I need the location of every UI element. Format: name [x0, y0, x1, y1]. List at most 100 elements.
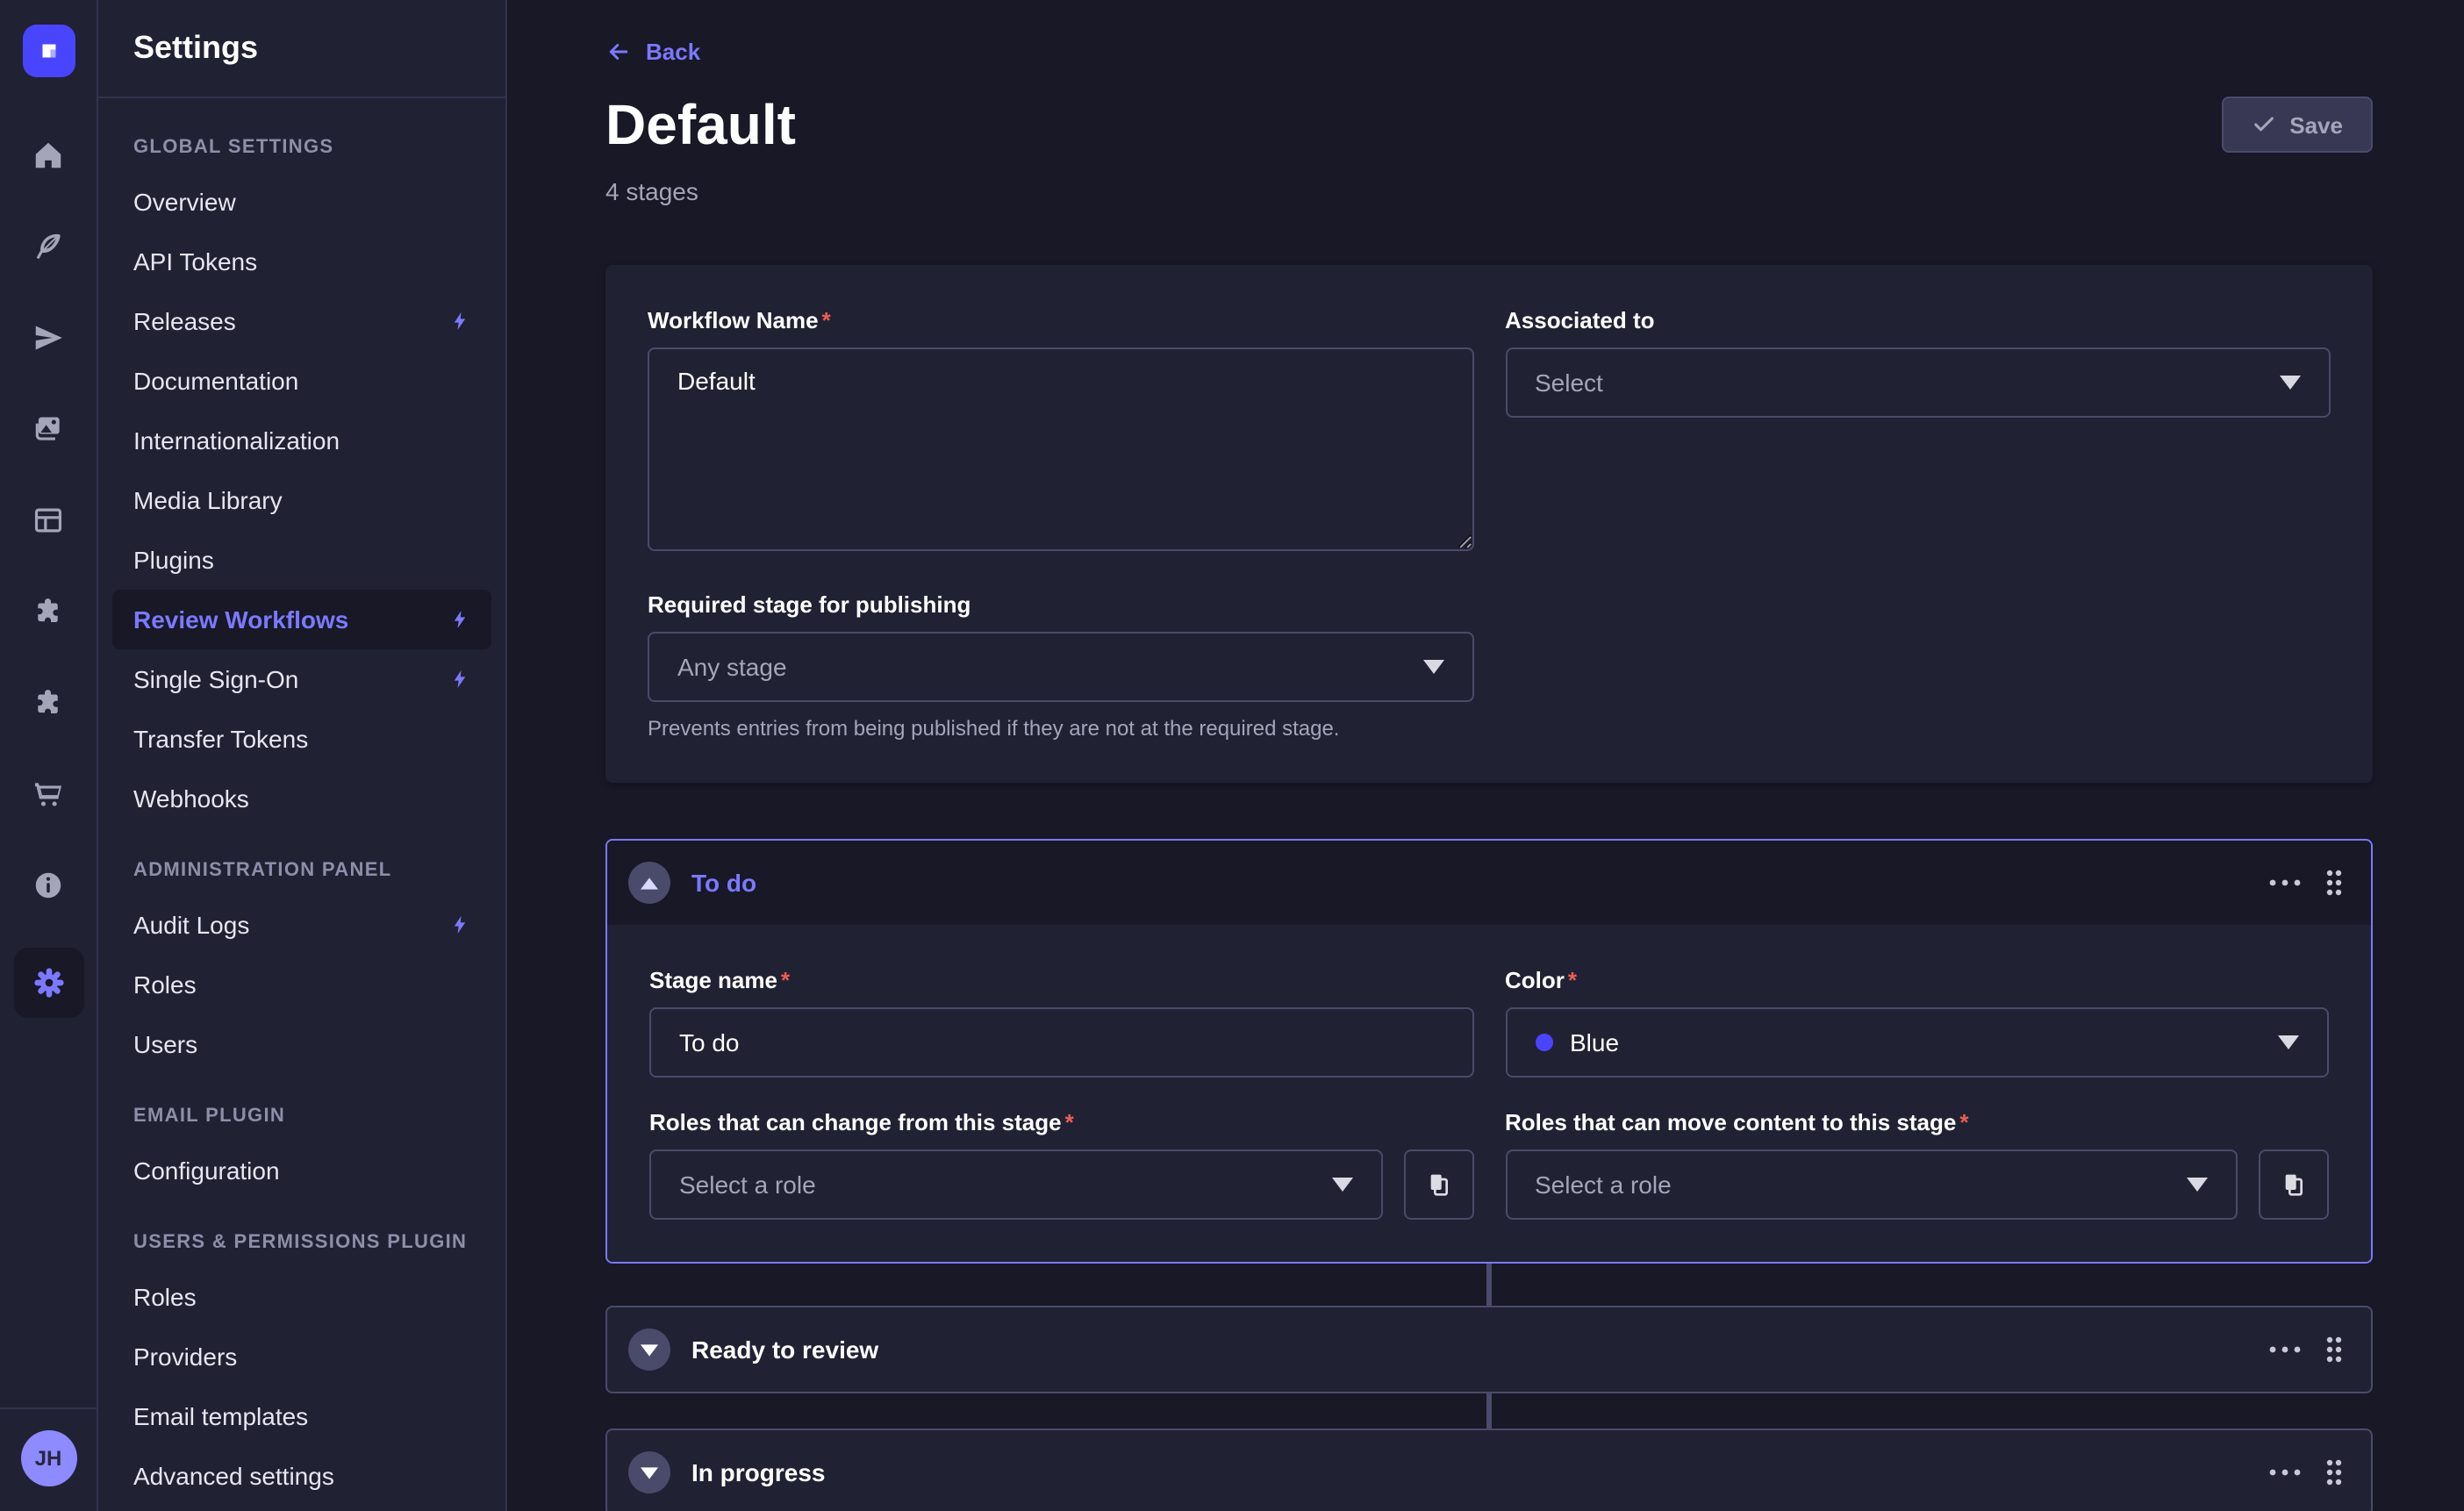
nav-rail: JH [0, 0, 98, 1511]
sidebar-title: Settings [133, 30, 258, 67]
stage-count: 4 stages [605, 177, 2373, 205]
strapi-logo-glyph [32, 35, 64, 67]
content-builder-button[interactable] [20, 218, 76, 274]
associated-to-select[interactable]: Select [1505, 347, 2331, 418]
stage-title: In progress [691, 1458, 2269, 1486]
associated-to-field: Associated to Select [1505, 307, 2331, 560]
sidebar-item-transfer-tokens[interactable]: Transfer Tokens [112, 709, 491, 769]
required-asterisk: * [781, 967, 790, 993]
sidebar-item-api-tokens[interactable]: API Tokens [112, 232, 491, 291]
required-stage-hint: Prevents entries from being published if… [648, 716, 1473, 741]
sidebar-item-audit-logs[interactable]: Audit Logs [112, 895, 491, 955]
stage-drag-handle[interactable] [2325, 1336, 2343, 1364]
marketplace-rail-button[interactable] [20, 674, 76, 730]
main-content: Back Default Save 4 stages Workflow Name… [507, 0, 2464, 1511]
back-link[interactable]: Back [605, 39, 700, 65]
workflow-form-panel: Workflow Name* Default Associated to Sel… [605, 265, 2373, 783]
workflow-name-input[interactable]: Default [648, 347, 1473, 551]
sidebar-section-admin: Administration panel Audit Logs Roles Us… [112, 846, 491, 1074]
stage-drag-handle[interactable] [2325, 1458, 2343, 1486]
puzzle-icon [32, 685, 65, 719]
stage-more-button[interactable] [2269, 1346, 2301, 1353]
home-icon-button[interactable] [20, 126, 76, 183]
stage-name-input[interactable]: To do [649, 1007, 1473, 1078]
drag-handle-icon [2325, 869, 2343, 897]
title-row: Default Save [605, 90, 2373, 160]
rail-nav [13, 126, 83, 1018]
stage-name-label: Stage name* [649, 967, 1473, 993]
sidebar-section-users-permissions: Users & Permissions plugin Roles Provide… [112, 1218, 491, 1506]
required-stage-field: Required stage for publishing Any stage … [648, 591, 1473, 741]
sidebar-item-media-library[interactable]: Media Library [112, 470, 491, 530]
roles-from-select[interactable]: Select a role [649, 1149, 1382, 1220]
settings-rail-button[interactable] [13, 948, 83, 1018]
gear-icon [31, 965, 66, 1000]
stage-drag-handle[interactable] [2325, 869, 2343, 897]
sidebar-item-single-sign-on[interactable]: Single Sign-On [112, 649, 491, 709]
blue-color-dot [1535, 1034, 1552, 1051]
roles-to-select[interactable]: Select a role [1505, 1149, 2238, 1220]
section-heading: Users & Permissions plugin [112, 1218, 491, 1267]
stage-card-ready-to-review: Ready to review [605, 1306, 2373, 1393]
sidebar-item-users[interactable]: Users [112, 1014, 491, 1074]
sidebar-item-overview[interactable]: Overview [112, 172, 491, 232]
expand-stage-button[interactable] [628, 1451, 670, 1493]
sidebar-item-advanced-settings[interactable]: Advanced settings [112, 1446, 491, 1506]
required-asterisk: * [1065, 1109, 1074, 1135]
sidebar-item-roles-up[interactable]: Roles [112, 1267, 491, 1327]
roles-to-copy-button[interactable] [2259, 1149, 2329, 1220]
purchase-rail-button[interactable] [20, 765, 76, 821]
chevron-down-icon [2187, 1178, 2208, 1192]
sidebar-item-email-templates[interactable]: Email templates [112, 1386, 491, 1446]
section-heading: Administration panel [112, 846, 491, 895]
stage-title: To do [691, 869, 2269, 897]
more-horizontal-icon [2269, 879, 2301, 886]
lightning-icon [449, 914, 470, 935]
lightning-icon [449, 609, 470, 630]
stage-card-in-progress: In progress [605, 1429, 2373, 1511]
strapi-logo[interactable] [22, 25, 75, 77]
back-link-label: Back [646, 39, 700, 65]
images-icon [32, 412, 65, 445]
paper-plane-icon [32, 320, 65, 354]
save-button[interactable]: Save [2221, 97, 2373, 153]
stage-more-button[interactable] [2269, 879, 2301, 886]
sidebar-item-providers[interactable]: Providers [112, 1327, 491, 1386]
required-stage-select[interactable]: Any stage [648, 632, 1473, 702]
plugins-rail-button[interactable] [20, 583, 76, 639]
stage-color-value: Blue [1535, 1028, 2278, 1056]
layout-rail-button[interactable] [20, 491, 76, 548]
puzzle-icon [32, 594, 65, 627]
sidebar-item-roles-admin[interactable]: Roles [112, 955, 491, 1014]
avatar[interactable]: JH [20, 1430, 76, 1486]
required-stage-value: Any stage [677, 653, 1422, 681]
sidebar-item-releases[interactable]: Releases [112, 291, 491, 351]
sidebar-item-plugins[interactable]: Plugins [112, 530, 491, 590]
expand-stage-button[interactable] [628, 1328, 670, 1371]
stage-connector [1486, 1393, 1492, 1429]
chevron-down-icon [2278, 1035, 2299, 1049]
section-heading: Global settings [112, 123, 491, 172]
roles-from-copy-button[interactable] [1403, 1149, 1473, 1220]
sidebar-item-configuration[interactable]: Configuration [112, 1141, 491, 1200]
more-horizontal-icon [2269, 1346, 2301, 1353]
layout-icon [32, 503, 65, 536]
stage-header: Ready to review [607, 1307, 2371, 1392]
stage-more-button[interactable] [2269, 1469, 2301, 1476]
collapse-stage-button[interactable] [628, 862, 670, 904]
roles-from-label: Roles that can change from this stage* [649, 1109, 1473, 1135]
info-rail-button[interactable] [20, 856, 76, 913]
settings-sidebar: Settings Global settings Overview API To… [98, 0, 507, 1511]
releases-rail-button[interactable] [20, 309, 76, 365]
stage-color-field: Color* Blue [1505, 967, 2329, 1078]
section-heading: Email plugin [112, 1092, 491, 1141]
media-library-rail-button[interactable] [20, 400, 76, 456]
sidebar-item-documentation[interactable]: Documentation [112, 351, 491, 411]
roles-to-placeholder: Select a role [1535, 1171, 2187, 1199]
sidebar-item-internationalization[interactable]: Internationalization [112, 411, 491, 470]
arrow-left-icon [605, 39, 632, 65]
sidebar-item-webhooks[interactable]: Webhooks [112, 769, 491, 828]
sidebar-item-review-workflows[interactable]: Review Workflows [112, 590, 491, 649]
sidebar-section-global: Global settings Overview API Tokens Rele… [112, 123, 491, 828]
stage-color-select[interactable]: Blue [1505, 1007, 2329, 1078]
